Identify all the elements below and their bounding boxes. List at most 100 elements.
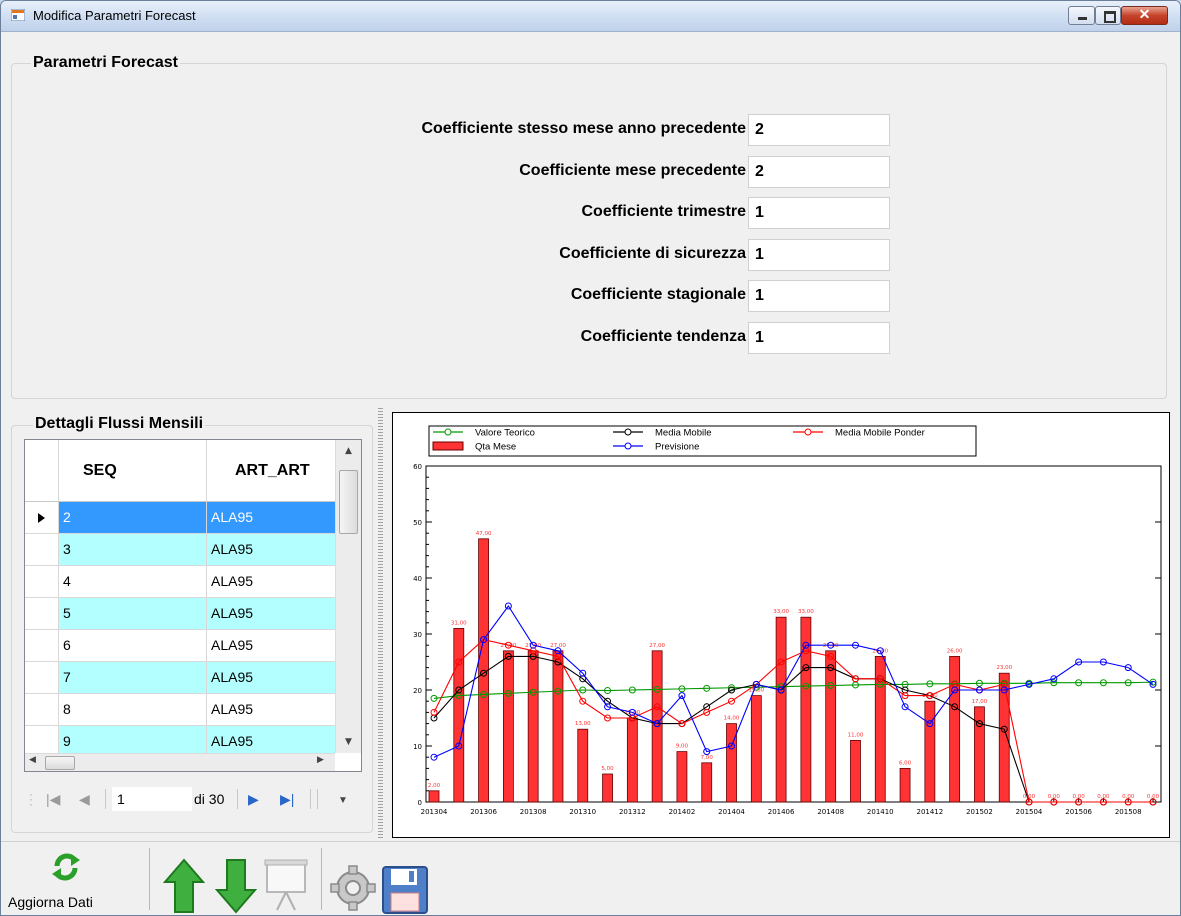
scroll-up-icon[interactable]: ▲: [336, 440, 361, 462]
move-up-arrow-icon[interactable]: [163, 852, 205, 916]
param-input[interactable]: 2: [748, 155, 890, 188]
legend-label: Qta Mese: [475, 442, 516, 453]
legend-label: Previsione: [655, 442, 699, 453]
close-button[interactable]: ✕: [1121, 6, 1168, 25]
scroll-down-icon[interactable]: ▼: [336, 731, 361, 753]
row-selector[interactable]: [25, 502, 59, 534]
bar: [428, 790, 440, 803]
row-header-corner: [25, 440, 59, 501]
y-tick-label: 60: [413, 463, 422, 471]
bar-data-label: 26,00: [947, 648, 963, 654]
table-row[interactable]: 6 ALA95: [25, 630, 335, 662]
save-disk-icon[interactable]: [381, 856, 429, 916]
window-title: Modifica Parametri Forecast: [33, 8, 196, 23]
cell-art-art[interactable]: ALA95: [207, 598, 335, 630]
record-navigator: ⋮ |◀ ◀ 1 di 30 ▶ ▶| ▼: [24, 785, 364, 815]
column-header-art-art[interactable]: ART_ART: [207, 440, 335, 501]
move-down-arrow-icon[interactable]: [215, 852, 257, 916]
details-grid[interactable]: SEQ ART_ART 2 ALA95 3 ALA95 4 ALA95 5 ALA95 6 ALA…: [24, 439, 362, 772]
cell-seq[interactable]: 2: [59, 502, 207, 534]
refresh-label: Aggiorna Dati: [8, 894, 93, 910]
row-selector[interactable]: [25, 598, 59, 630]
cell-art-art[interactable]: ALA95: [207, 502, 335, 534]
table-row[interactable]: 5 ALA95: [25, 598, 335, 630]
param-input[interactable]: 1: [748, 321, 890, 354]
x-tick-label: 201312: [619, 808, 646, 816]
cell-art-art[interactable]: ALA95: [207, 694, 335, 726]
move-previous-icon[interactable]: ◀: [79, 791, 90, 808]
cell-seq[interactable]: 3: [59, 534, 207, 566]
param-input[interactable]: 1: [748, 238, 890, 271]
bar-data-label: 5,00: [601, 766, 614, 772]
app-window: Modifica Parametri Forecast ✕ Parametri …: [0, 0, 1181, 916]
maximize-button[interactable]: [1095, 6, 1121, 25]
minimize-button[interactable]: [1068, 6, 1095, 25]
toolbar-separator: [149, 848, 150, 910]
grid-vertical-scrollbar[interactable]: ▲ ▼: [335, 440, 361, 753]
table-row[interactable]: 4 ALA95: [25, 566, 335, 598]
x-tick-label: 201404: [718, 808, 745, 816]
cell-art-art[interactable]: ALA95: [207, 566, 335, 598]
title-bar: Modifica Parametri Forecast ✕: [1, 1, 1180, 32]
cell-seq[interactable]: 6: [59, 630, 207, 662]
bar-data-label: 2,00: [428, 783, 441, 789]
row-selector[interactable]: [25, 534, 59, 566]
forecast-chart: 0 10 20 30 40 50 60 201304 201306 201308 201310 201…: [392, 412, 1170, 838]
row-selector[interactable]: [25, 566, 59, 598]
bar: [924, 700, 936, 803]
bar: [552, 650, 564, 803]
hscroll-thumb[interactable]: [45, 756, 75, 770]
move-last-icon[interactable]: ▶|: [280, 791, 294, 808]
chart-svg: 0 10 20 30 40 50 60 201304 201306 201308 201310 201…: [413, 425, 1162, 816]
y-tick-label: 10: [413, 743, 422, 751]
refresh-data-button[interactable]: Aggiorna Dati: [1, 846, 143, 914]
move-first-icon[interactable]: |◀: [46, 791, 60, 808]
x-tick-label: 201410: [867, 808, 894, 816]
row-selector[interactable]: [25, 662, 59, 694]
settings-gear-icon[interactable]: [329, 854, 377, 916]
bar: [850, 739, 861, 803]
cell-art-art[interactable]: ALA95: [207, 630, 335, 662]
overflow-dropdown-icon[interactable]: ▼: [338, 795, 348, 806]
param-row: Coefficiente tendenza 1: [1, 321, 901, 356]
param-input[interactable]: 2: [748, 114, 890, 146]
cell-art-art[interactable]: ALA95: [207, 662, 335, 694]
bar-data-label: 17,00: [972, 699, 988, 705]
param-input[interactable]: 1: [748, 280, 890, 312]
cell-seq[interactable]: 8: [59, 694, 207, 726]
bar: [502, 650, 514, 803]
param-input[interactable]: 1: [748, 197, 890, 229]
table-row[interactable]: 7 ALA95: [25, 662, 335, 694]
row-selector[interactable]: [25, 630, 59, 662]
splitter-handle[interactable]: [378, 406, 383, 840]
move-next-icon[interactable]: ▶: [248, 791, 259, 808]
x-tick-label: 201406: [768, 808, 795, 816]
column-header-seq[interactable]: SEQ: [59, 440, 207, 501]
scroll-right-icon[interactable]: ▶: [317, 755, 324, 765]
bar-data-label: 33,00: [773, 609, 789, 615]
scroll-left-icon[interactable]: ◀: [29, 755, 36, 765]
legend-label: Valore Teorico: [475, 428, 535, 439]
scroll-thumb[interactable]: [339, 470, 358, 534]
grid-horizontal-scrollbar[interactable]: ◀ ▶: [25, 753, 335, 771]
row-selector[interactable]: [25, 694, 59, 726]
y-tick-label: 40: [413, 575, 422, 583]
table-row[interactable]: 2 ALA95: [25, 502, 335, 534]
bar-data-label: 14,00: [724, 716, 740, 722]
cell-seq[interactable]: 7: [59, 662, 207, 694]
x-tick-label: 201402: [669, 808, 696, 816]
details-group-title: Dettagli Flussi Mensili: [33, 415, 206, 433]
cell-seq[interactable]: 5: [59, 598, 207, 630]
bar: [825, 650, 837, 803]
legend-swatch: [432, 441, 464, 451]
presentation-icon[interactable]: [263, 852, 309, 916]
x-tick-label: 201504: [1016, 808, 1043, 816]
param-label: Coefficiente tendenza: [580, 327, 746, 345]
bar-data-label: 47,00: [476, 531, 492, 537]
page-number-input[interactable]: 1: [112, 787, 192, 811]
cell-seq[interactable]: 4: [59, 566, 207, 598]
table-row[interactable]: 8 ALA95: [25, 694, 335, 726]
table-row[interactable]: 3 ALA95: [25, 534, 335, 566]
bar-data-label: 6,00: [899, 760, 912, 766]
cell-art-art[interactable]: ALA95: [207, 534, 335, 566]
